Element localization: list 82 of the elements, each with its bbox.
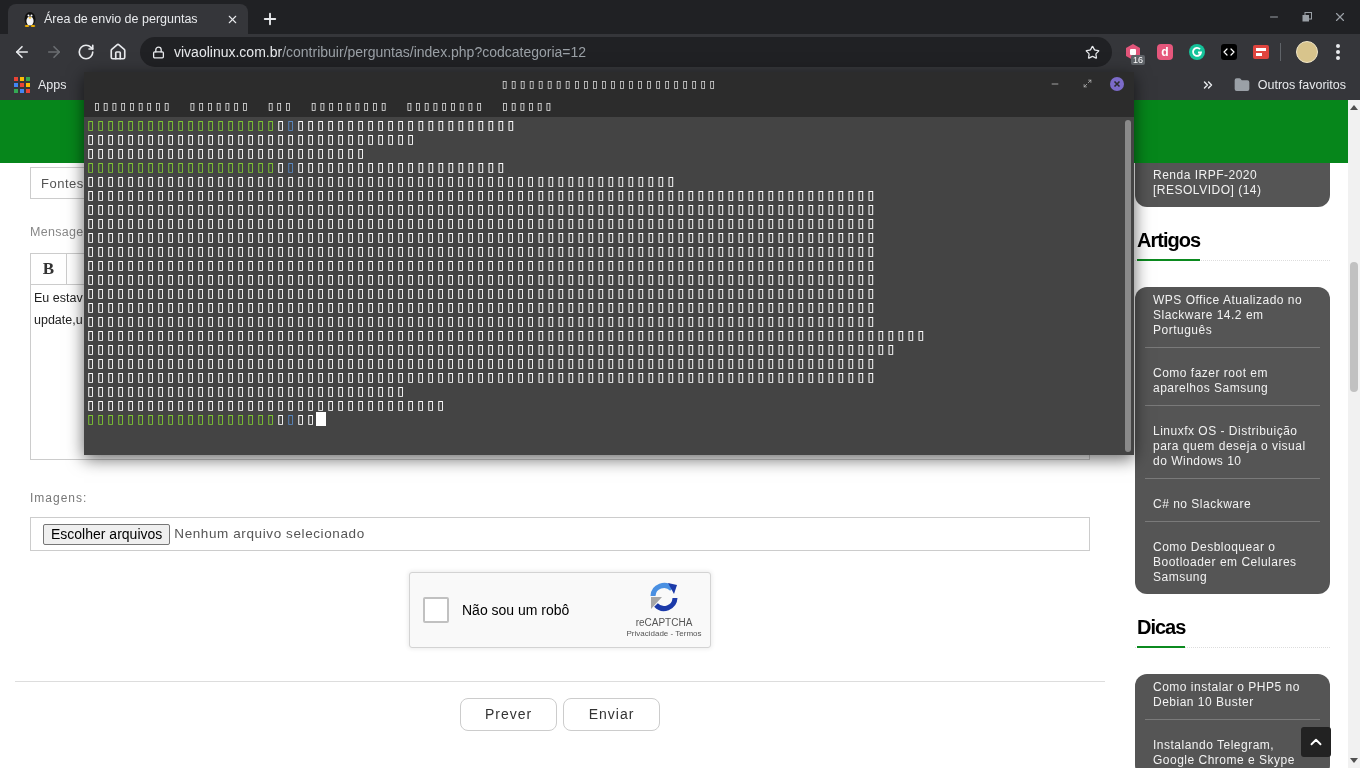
menu-icon xyxy=(1336,44,1340,60)
form-button[interactable]: Enviar xyxy=(563,698,660,731)
terminal-line: ▯▯▯▯▯▯▯▯▯▯▯▯▯▯▯▯▯▯▯▯▯▯▯▯▯▯▯▯▯▯▯▯▯▯▯▯▯▯▯▯▯▯ xyxy=(86,160,507,174)
extension-logo: d xyxy=(1157,44,1173,60)
maximize-icon xyxy=(1082,79,1092,88)
menu-item[interactable]: ▯▯▯ xyxy=(266,98,293,114)
extension-button[interactable]: 16 xyxy=(1119,38,1147,66)
back-to-top-button[interactable] xyxy=(1301,727,1331,757)
restore-icon xyxy=(1302,12,1312,22)
terminal-line: ▯▯▯▯▯▯▯▯▯▯▯▯▯▯▯▯▯▯▯▯▯▯▯▯▯▯▯▯▯▯▯▯▯▯▯▯▯▯▯▯▯▯▯▯▯▯▯▯▯▯▯▯▯▯▯▯▯▯▯▯▯▯▯▯▯▯▯▯▯▯▯▯▯▯▯▯▯▯▯▯▯ xyxy=(86,342,897,356)
star-icon xyxy=(1084,44,1100,60)
sidebar-link[interactable]: WPS Office Atualizado no Slackware 14.2 em Português xyxy=(1153,293,1312,338)
ring-logo-icon xyxy=(1189,44,1205,60)
field-label: Imagens: xyxy=(30,491,88,505)
sidebar-link[interactable]: C# no Slackware xyxy=(1153,497,1312,512)
terminal-line: ▯▯▯▯▯▯▯▯▯▯▯▯▯▯▯▯▯▯▯▯▯▯▯▯▯▯▯▯▯▯▯▯▯▯▯▯▯▯▯▯▯▯▯▯▯▯▯▯▯▯▯▯▯▯▯▯▯▯▯▯▯▯▯▯▯▯▯▯▯▯▯▯▯▯▯▯▯▯▯ xyxy=(86,188,877,202)
lock-icon xyxy=(152,45,165,59)
captcha-brand-text: reCAPTCHA xyxy=(635,617,693,629)
captcha-label: Não sou um robô xyxy=(462,600,570,620)
terminal-line: ▯▯▯▯▯▯▯▯▯▯▯▯▯▯▯▯▯▯▯▯▯▯▯▯▯▯▯▯▯▯▯▯▯▯▯▯▯▯▯▯▯▯▯▯▯▯▯▯▯▯▯▯▯▯▯▯▯▯▯▯▯▯▯▯▯▯▯▯▯▯▯▯▯▯▯▯▯▯▯ xyxy=(86,202,877,216)
address-bar[interactable]: vivaolinux.com.br/contribuir/perguntas/index.php?codcategoria=12 xyxy=(140,37,1112,67)
section-heading: Dicas xyxy=(1137,615,1186,648)
terminal-line: ▯▯▯▯▯▯▯▯▯▯▯▯▯▯▯▯▯▯▯▯▯▯▯▯▯▯▯▯▯▯▯▯▯ xyxy=(86,132,417,146)
terminal-line: ▯▯▯▯▯▯▯▯▯▯▯▯▯▯▯▯▯▯▯▯▯▯▯▯▯▯▯▯▯▯▯▯ xyxy=(86,384,407,398)
terminal-scrollbar-thumb[interactable] xyxy=(1125,120,1131,452)
terminal-line: ▯▯▯▯▯▯▯▯▯▯▯▯▯▯▯▯▯▯▯▯▯▯▯▯▯▯▯▯▯▯▯▯▯▯▯▯▯▯▯▯▯▯▯▯▯▯▯▯▯▯▯▯▯▯▯▯▯▯▯ xyxy=(86,174,677,188)
menu-item[interactable]: ▯▯▯▯▯▯▯▯▯ xyxy=(405,98,484,114)
captcha-checkbox[interactable] xyxy=(423,597,449,623)
terminal-line: ▯▯▯▯▯▯▯▯▯▯▯▯▯▯▯▯▯▯▯▯▯▯▯▯▯▯▯▯▯▯▯▯▯▯▯▯▯▯▯▯▯▯▯ xyxy=(86,118,517,132)
terminal-line: ▯▯▯▯▯▯▯▯▯▯▯▯▯▯▯▯▯▯▯▯▯▯▯▯▯▯▯▯▯▯▯▯▯▯▯▯ xyxy=(86,398,447,412)
terminal-line: ▯▯▯▯▯▯▯▯▯▯▯▯▯▯▯▯▯▯▯▯▯▯▯▯▯▯▯▯▯▯▯▯▯▯▯▯▯▯▯▯▯▯▯▯▯▯▯▯▯▯▯▯▯▯▯▯▯▯▯▯▯▯▯▯▯▯▯▯▯▯▯▯▯▯▯▯▯▯▯ xyxy=(86,230,877,244)
penguin-icon xyxy=(22,11,38,27)
field-label: Mensage xyxy=(30,224,84,240)
file-input-field[interactable]: Escolher arquivos Nenhum arquivo selecionado xyxy=(30,517,1090,551)
folder-icon xyxy=(1233,77,1250,93)
scrollbar-thumb[interactable] xyxy=(1350,262,1358,392)
terminal-line: ▯▯▯▯▯▯▯▯▯▯▯▯▯▯▯▯▯▯▯▯▯▯▯▯▯▯▯▯▯▯▯▯▯▯▯▯▯▯▯▯▯▯▯▯▯▯▯▯▯▯▯▯▯▯▯▯▯▯▯▯▯▯▯▯▯▯▯▯▯▯▯▯▯▯▯▯▯▯▯ xyxy=(86,356,877,370)
choose-files-button[interactable]: Escolher arquivos xyxy=(43,523,171,545)
maximize-button[interactable] xyxy=(1082,78,1092,89)
sidebar-link[interactable]: Linuxfx OS - Distribuição para quem deseja o visual do Windows 10 xyxy=(1153,424,1312,469)
menu-item[interactable]: ▯▯▯▯▯▯▯▯▯ xyxy=(309,98,389,114)
terminal-line: ▯▯▯▯▯▯▯▯▯▯▯▯▯▯▯▯▯▯▯▯▯▯▯▯▯▯▯▯▯▯▯▯▯▯▯▯▯▯▯▯▯▯▯▯▯▯▯▯▯▯▯▯▯▯▯▯▯▯▯▯▯▯▯▯▯▯▯▯▯▯▯▯▯▯▯▯▯▯▯ xyxy=(86,286,877,300)
circular-arrows-icon xyxy=(648,581,680,613)
terminal-line: ▯▯▯▯▯▯▯▯▯▯▯▯▯▯▯▯▯▯▯▯▯▯▯▯▯▯▯▯▯▯▯▯▯▯▯▯▯▯▯▯▯▯▯▯▯▯▯▯▯▯▯▯▯▯▯▯▯▯▯▯▯▯▯▯▯▯▯▯▯▯▯▯▯▯▯▯▯▯▯ xyxy=(86,258,877,272)
close-button[interactable] xyxy=(1110,76,1124,91)
terminal-line: ▯▯▯▯▯▯▯▯▯▯▯▯▯▯▯▯▯▯▯▯▯▯▯▯▯▯▯▯▯▯▯▯▯▯▯▯▯▯▯▯▯▯▯▯▯▯▯▯▯▯▯▯▯▯▯▯▯▯▯▯▯▯▯▯▯▯▯▯▯▯▯▯▯▯▯▯▯▯▯ xyxy=(86,216,877,230)
sidebar-link[interactable]: Como Desbloquear o Bootloader em Celulares Samsung xyxy=(1153,540,1312,585)
terminal-line: ▯▯▯▯▯▯▯▯▯▯▯▯▯▯▯▯▯▯▯▯▯▯▯▯▯▯▯▯▯▯▯▯▯▯▯▯▯▯▯▯▯▯▯▯▯▯▯▯▯▯▯▯▯▯▯▯▯▯▯▯▯▯▯▯▯▯▯▯▯▯▯▯▯▯▯▯▯▯▯▯▯▯▯▯ xyxy=(86,328,927,342)
close-icon xyxy=(1333,10,1347,24)
avatar-icon xyxy=(1296,41,1318,63)
terminal-line: ▯▯▯▯▯▯▯▯▯▯▯▯▯▯▯▯▯▯▯▯▯▯▯▯▯▯▯▯ xyxy=(86,146,367,160)
browser-tab[interactable]: Área de envio de perguntas xyxy=(8,4,248,34)
section-heading: Artigos xyxy=(1137,228,1200,261)
close-icon xyxy=(1110,76,1124,91)
menu-item[interactable]: ▯▯▯▯▯▯▯ xyxy=(188,98,250,114)
sidebar-link[interactable]: Renda IRPF-2020 [RESOLVIDO] (14) xyxy=(1153,168,1312,198)
terminal-line: ▯▯▯▯▯▯▯▯▯▯▯▯▯▯▯▯▯▯▯▯▯▯▯▯▯▯▯▯▯▯▯▯▯▯▯▯▯▯▯▯▯▯▯▯▯▯▯▯▯▯▯▯▯▯▯▯▯▯▯▯▯▯▯▯▯▯▯▯▯▯▯▯▯▯▯▯▯▯▯ xyxy=(86,300,877,314)
sidebar-link[interactable]: Como fazer root em aparelhos Samsung xyxy=(1153,366,1312,396)
plus-icon xyxy=(261,10,279,28)
terminal-line: ▯▯▯▯▯▯▯▯▯▯▯▯▯▯▯▯▯▯▯▯▯▯▯▯▯▯▯▯▯▯▯▯▯▯▯▯▯▯▯▯▯▯▯▯▯▯▯▯▯▯▯▯▯▯▯▯▯▯▯▯▯▯▯▯▯▯▯▯▯▯▯▯▯▯▯▯▯▯▯ xyxy=(86,272,877,286)
app-tile-icon xyxy=(1253,44,1269,60)
terminal-line: ▯▯▯▯▯▯▯▯▯▯▯▯▯▯▯▯▯▯▯▯▯▯▯▯▯▯▯▯▯▯▯▯▯▯▯▯▯▯▯▯▯▯▯▯▯▯▯▯▯▯▯▯▯▯▯▯▯▯▯▯▯▯▯▯▯▯▯▯▯▯▯▯▯▯▯▯▯▯▯ xyxy=(86,370,877,384)
sidebar-link[interactable]: Como instalar o PHP5 no Debian 10 Buster xyxy=(1153,680,1300,710)
apps-grid-icon xyxy=(14,77,30,93)
bookmark-folder[interactable]: Outros favoritos xyxy=(1233,73,1346,97)
terminal-line: ▯▯▯▯▯▯▯▯▯▯▯▯▯▯▯▯▯▯▯▯▯▯▯ xyxy=(86,412,317,426)
menu-item[interactable]: ▯▯▯▯▯▯ xyxy=(500,98,554,114)
file-status-text: Nenhum arquivo selecionado xyxy=(174,524,365,543)
sidebar-link[interactable]: Instalando Telegram, Google Chrome e Skype xyxy=(1153,738,1300,768)
menu-item[interactable]: ▯▯▯▯▯▯▯▯▯ xyxy=(93,98,172,114)
terminal-line: ▯▯▯▯▯▯▯▯▯▯▯▯▯▯▯▯▯▯▯▯▯▯▯▯▯▯▯▯▯▯▯▯▯▯▯▯▯▯▯▯▯▯▯▯▯▯▯▯▯▯▯▯▯▯▯▯▯▯▯▯▯▯▯▯▯▯▯▯▯▯▯▯▯▯▯▯▯▯▯ xyxy=(86,314,877,328)
apps-bookmark[interactable]: Apps xyxy=(14,73,67,97)
badge-count: 16 xyxy=(1131,55,1145,65)
bold-button[interactable]: B xyxy=(31,254,67,284)
form-button[interactable]: Prever xyxy=(460,698,557,731)
code-icon xyxy=(1221,44,1237,60)
caret-up-icon[interactable] xyxy=(1350,105,1358,110)
url-text: vivaolinux.com.br/contribuir/perguntas/index.php?codcategoria=12 xyxy=(174,42,587,62)
captcha-links[interactable]: Privacidade - Termos xyxy=(626,629,702,639)
caret-down-icon[interactable] xyxy=(1350,758,1358,763)
window-title: ▯▯▯▯▯▯▯▯▯▯▯▯▯▯▯▯▯▯▯▯▯▯▯▯ xyxy=(500,75,718,92)
terminal-line: ▯▯▯▯▯▯▯▯▯▯▯▯▯▯▯▯▯▯▯▯▯▯▯▯▯▯▯▯▯▯▯▯▯▯▯▯▯▯▯▯▯▯▯▯▯▯▯▯▯▯▯▯▯▯▯▯▯▯▯▯▯▯▯▯▯▯▯▯▯▯▯▯▯▯▯▯▯▯▯ xyxy=(86,244,877,258)
